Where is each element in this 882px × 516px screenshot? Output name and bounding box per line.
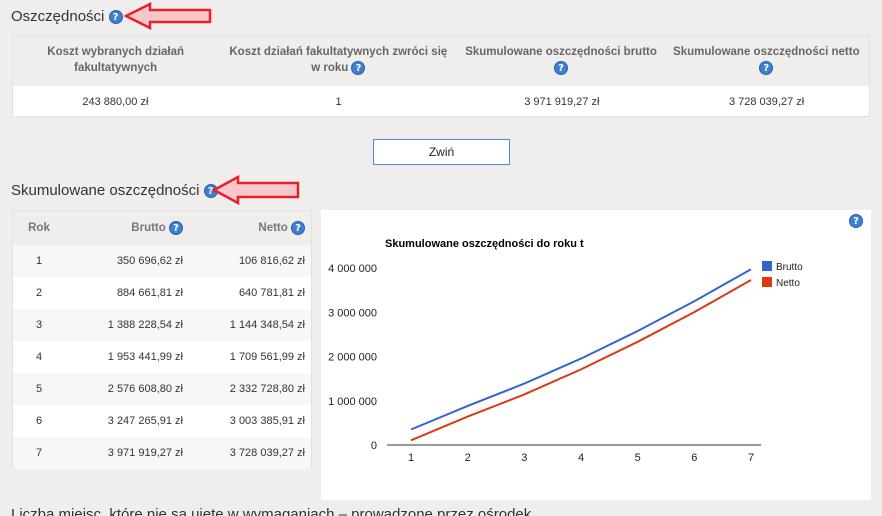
value-cost: 243 880,00 zł <box>82 96 149 108</box>
y-tick-label: 0 <box>371 440 377 452</box>
cell-rok: 6 <box>35 415 43 427</box>
x-tick-label: 4 <box>578 452 584 464</box>
legend-label-netto: Netto <box>776 278 800 289</box>
cell-netto: 1 709 561,99 zł <box>229 351 305 363</box>
next-section-title: Liczba miejsc, które nie są ujęte w wyma… <box>11 506 532 516</box>
cell-rok: 5 <box>35 383 43 395</box>
cumulative-savings-chart: Skumulowane oszczędności do roku t 0 1 000… <box>328 238 803 464</box>
cell-rok: 4 <box>35 351 43 363</box>
help-icon[interactable]: ? <box>291 221 305 235</box>
cell-brutto: 1 953 441,99 zł <box>107 351 183 363</box>
summary-table-header: Koszt wybranych działań fakultatywnych K… <box>13 36 869 86</box>
section-title-text: Oszczędności <box>11 8 105 25</box>
table-row: 5 2 576 608,80 zł 2 332 728,80 zł <box>13 373 311 405</box>
cell-brutto: 3 971 919,27 zł <box>107 447 183 459</box>
x-tick-label: 2 <box>465 452 471 464</box>
legend-swatch-netto <box>762 277 772 287</box>
header-payback-year: Koszt działań fakultatywnych zwróci się … <box>229 46 448 75</box>
cell-brutto: 1 388 228,54 zł <box>107 319 183 331</box>
x-tick-label: 3 <box>521 452 527 464</box>
y-tick-label: 1 000 000 <box>328 396 377 408</box>
chart-title: Skumulowane oszczędności do roku t <box>385 238 584 250</box>
summary-table-row: 243 880,00 zł 1 3 971 919,27 zł 3 728 03… <box>13 86 869 118</box>
header-cost: Koszt wybranych działań fakultatywnych <box>47 46 185 74</box>
yearly-table-body: 1 350 696,62 zł 106 816,62 zł 2 884 661,81 … <box>13 245 311 469</box>
table-row: 4 1 953 441,99 zł 1 709 561,99 zł <box>13 341 311 373</box>
value-payback-year: 1 <box>335 96 342 108</box>
table-row: 6 3 247 265,91 zł 3 003 385,91 zł <box>13 405 311 437</box>
yearly-savings-table: Rok Brutto ? Netto ? 1 350 696,62 zł 106 8… <box>12 210 312 469</box>
legend-swatch-brutto <box>762 261 772 271</box>
x-tick-label: 6 <box>691 452 697 464</box>
y-tick-label: 2 000 000 <box>328 352 377 364</box>
series-line-brutto <box>410 268 752 431</box>
value-brutto: 3 971 919,27 zł <box>524 96 600 108</box>
header-brutto: Brutto ? <box>65 221 183 235</box>
header-brutto: Skumulowane oszczędności brutto ? <box>465 46 657 75</box>
cell-rok: 3 <box>35 319 43 331</box>
help-icon[interactable]: ? <box>351 60 366 75</box>
cell-brutto: 350 696,62 zł <box>116 255 183 267</box>
value-netto: 3 728 039,27 zł <box>728 96 805 108</box>
header-rok: Rok <box>28 222 50 234</box>
legend-label-brutto: Brutto <box>776 262 803 273</box>
y-tick-label: 3 000 000 <box>328 307 377 319</box>
cell-rok: 2 <box>35 287 43 299</box>
section-title-oszczednosci: Oszczędności ? <box>11 8 123 25</box>
help-icon[interactable]: ? <box>554 60 569 75</box>
table-row: 3 1 388 228,54 zł 1 144 348,54 zł <box>13 309 311 341</box>
yearly-table-header: Rok Brutto ? Netto ? <box>13 211 311 245</box>
cell-brutto: 3 247 265,91 zł <box>107 415 183 427</box>
cell-brutto: 2 576 608,80 zł <box>107 383 183 395</box>
red-arrow-annotation <box>124 2 212 30</box>
help-icon[interactable]: ? <box>759 60 774 75</box>
table-row: 1 350 696,62 zł 106 816,62 zł <box>13 245 311 277</box>
table-row: 7 3 971 919,27 zł 3 728 039,27 zł <box>13 437 311 469</box>
red-arrow-annotation <box>212 175 300 205</box>
help-icon[interactable]: ? <box>108 10 123 25</box>
help-icon[interactable]: ? <box>169 221 183 235</box>
cell-rok: 1 <box>35 255 43 267</box>
x-tick-label: 5 <box>635 452 641 464</box>
x-tick-label: 1 <box>408 452 414 464</box>
cell-netto: 3 728 039,27 zł <box>229 447 305 459</box>
cell-netto: 3 003 385,91 zł <box>229 415 305 427</box>
section-title-skumulowane: Skumulowane oszczędności ? <box>11 182 218 199</box>
header-netto: Netto ? <box>183 221 305 235</box>
cell-rok: 7 <box>35 447 43 459</box>
y-tick-label: 4 000 000 <box>328 263 377 275</box>
header-netto: Skumulowane oszczędności netto ? <box>673 46 860 75</box>
cell-netto: 2 332 728,80 zł <box>229 383 305 395</box>
cell-brutto: 884 661,81 zł <box>116 287 183 299</box>
cell-netto: 640 781,81 zł <box>238 287 305 299</box>
table-row: 2 884 661,81 zł 640 781,81 zł <box>13 277 311 309</box>
cell-netto: 106 816,62 zł <box>238 255 305 267</box>
cell-netto: 1 144 348,54 zł <box>229 319 305 331</box>
chart-panel: ? Skumulowane oszczędności do roku t01 0… <box>321 210 871 500</box>
collapse-button[interactable]: Zwiń <box>373 139 510 165</box>
section-title-text: Skumulowane oszczędności <box>11 182 200 199</box>
series-line-netto <box>410 279 752 442</box>
summary-table: Koszt wybranych działań fakultatywnych K… <box>12 35 870 117</box>
x-tick-label: 7 <box>748 452 754 464</box>
